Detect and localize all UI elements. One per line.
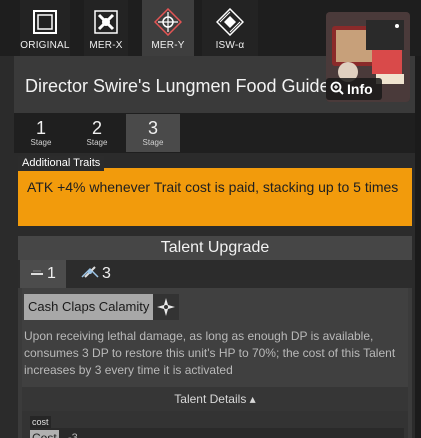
trait-description: ATK +4% whenever Trait cost is paid, sta… bbox=[18, 168, 412, 226]
variant-tab-original[interactable]: ORIGINAL bbox=[20, 0, 70, 56]
talent-details-label: Talent Details bbox=[174, 392, 247, 406]
trait-header: Additional Traits bbox=[18, 156, 105, 171]
elite-0-icon bbox=[30, 265, 44, 283]
talent-star-icon bbox=[153, 294, 180, 320]
talent-tab-label: 1 bbox=[47, 265, 56, 282]
cost-label: Cost bbox=[30, 430, 59, 438]
variant-tab-mer-y[interactable]: MER-Y bbox=[142, 0, 194, 56]
talent-tab-bar: 1 3 bbox=[18, 260, 412, 288]
info-label: Info bbox=[347, 81, 373, 97]
elite-2-icon bbox=[81, 265, 99, 284]
cost-row: Cost -3 bbox=[30, 428, 404, 438]
talent-name: Cash Claps Calamity bbox=[24, 294, 154, 320]
talent-panel: Talent Upgrade 1 3 Cash Claps Calamity U… bbox=[18, 236, 412, 438]
variant-tab-label: MER-X bbox=[89, 40, 123, 51]
talent-name-chip: Cash Claps Calamity bbox=[24, 294, 180, 320]
talent-details-toggle[interactable]: Talent Details ▴ bbox=[22, 387, 408, 411]
stage-label: Stage bbox=[86, 138, 108, 147]
talent-header: Talent Upgrade bbox=[18, 236, 412, 260]
talent-details-area: cost Cost -3 bbox=[22, 411, 408, 438]
variant-tab-mer-x[interactable]: MER-X bbox=[84, 0, 128, 56]
cost-value: -3 bbox=[68, 432, 78, 438]
caret-up-icon: ▴ bbox=[249, 392, 256, 406]
stage-number: 3 bbox=[147, 118, 158, 138]
cost-tag: cost bbox=[30, 416, 51, 428]
stage-tab-bar: 1 Stage 2 Stage 3 Stage bbox=[14, 113, 421, 153]
rhodes-x-icon bbox=[91, 7, 121, 37]
talent-tab-label: 3 bbox=[102, 265, 111, 282]
talent-tab-3[interactable]: 3 bbox=[74, 260, 118, 288]
page-title: Director Swire's Lungmen Food Guide bbox=[25, 76, 330, 96]
stage-tab-1[interactable]: 1 Stage bbox=[14, 114, 68, 152]
talent-tab-1[interactable]: 1 bbox=[20, 260, 66, 288]
stage-number: 1 bbox=[35, 118, 46, 138]
variant-tab-isw-alpha[interactable]: ISW-α bbox=[202, 0, 258, 56]
info-button[interactable]: Info bbox=[326, 78, 382, 100]
stage-label: Stage bbox=[142, 138, 164, 147]
scrollbar[interactable] bbox=[415, 56, 421, 438]
stage-tab-2[interactable]: 2 Stage bbox=[70, 114, 124, 152]
stage-number: 2 bbox=[91, 118, 102, 138]
diamond-lattice-icon bbox=[215, 7, 245, 37]
zoom-in-icon bbox=[330, 81, 344, 98]
variant-tab-label: ORIGINAL bbox=[20, 40, 70, 51]
square-frame-icon bbox=[30, 7, 60, 37]
stage-label: Stage bbox=[30, 138, 52, 147]
variant-tab-label: ISW-α bbox=[215, 40, 245, 51]
talent-body: Cash Claps Calamity Upon receiving letha… bbox=[22, 288, 408, 438]
stage-tab-3[interactable]: 3 Stage bbox=[126, 114, 180, 152]
crosshair-diamond-icon bbox=[153, 7, 183, 37]
variant-tab-label: MER-Y bbox=[151, 40, 185, 51]
talent-description: Upon receiving lethal damage, as long as… bbox=[24, 329, 396, 377]
